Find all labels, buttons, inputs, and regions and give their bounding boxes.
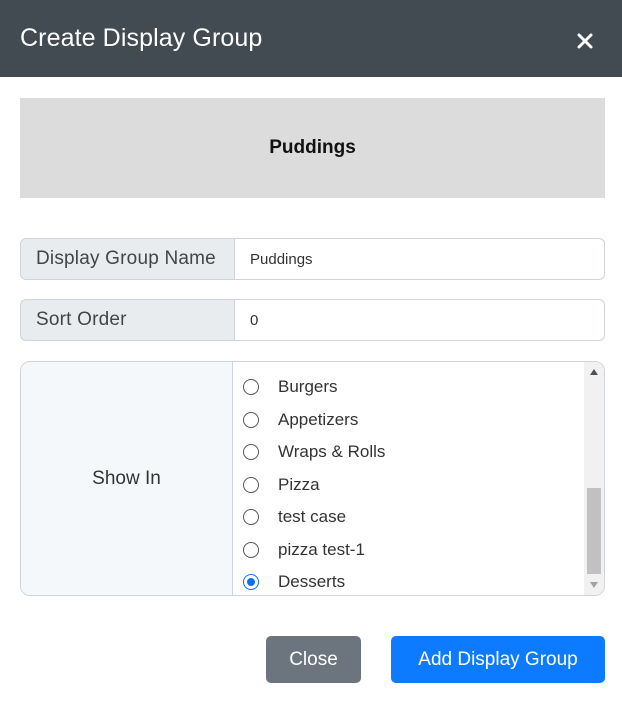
show-in-option[interactable]: Desserts [243, 569, 345, 595]
display-group-preview: Puddings [20, 98, 605, 198]
radio-unchecked[interactable] [243, 477, 259, 493]
show-in-option-label: Desserts [278, 572, 346, 591]
show-in-option[interactable]: Wraps & Rolls [243, 439, 385, 465]
preview-text: Puddings [269, 137, 356, 158]
add-display-group-button[interactable]: Add Display Group [391, 636, 605, 683]
show-in-option[interactable]: Burgers [243, 374, 338, 400]
show-in-option-label: pizza test-1 [278, 540, 365, 559]
sort-order-label: Sort Order [20, 299, 235, 341]
radio-unchecked[interactable] [243, 379, 259, 395]
show-in-option[interactable]: test case [243, 504, 346, 530]
show-in-option[interactable]: Pizza [243, 472, 320, 498]
radio-unchecked[interactable] [243, 412, 259, 428]
show-in-option-label: Pizza [278, 475, 320, 494]
radio-unchecked[interactable] [243, 509, 259, 525]
display-group-name-group: Display Group Name [20, 238, 605, 280]
sort-order-input[interactable] [235, 299, 605, 341]
display-group-name-label: Display Group Name [20, 238, 235, 280]
modal-title: Create Display Group [20, 24, 263, 52]
radio-unchecked[interactable] [243, 542, 259, 558]
close-icon[interactable] [570, 26, 600, 56]
close-button[interactable]: Close [266, 636, 361, 683]
show-in-option[interactable]: pizza test-1 [243, 537, 365, 563]
radio-checked[interactable] [243, 574, 259, 590]
sort-order-group: Sort Order [20, 299, 605, 341]
radio-unchecked[interactable] [243, 444, 259, 460]
show-in-option-label: Wraps & Rolls [278, 442, 386, 461]
scroll-down-arrow-icon[interactable] [584, 575, 604, 595]
modal-header: Create Display Group [0, 0, 622, 77]
show-in-option-label: Appetizers [278, 410, 359, 429]
show-in-option-label: Burgers [278, 377, 338, 396]
display-group-name-input[interactable] [235, 238, 605, 280]
show-in-option[interactable]: Appetizers [243, 407, 358, 433]
scroll-up-arrow-icon[interactable] [584, 362, 604, 382]
show-in-scrollbar[interactable] [584, 362, 604, 595]
show-in-option-label: test case [278, 507, 347, 526]
show-in-group: Show In Burgers Appetizers Wraps & Rolls Pi… [20, 361, 605, 596]
show-in-list[interactable]: Burgers Appetizers Wraps & Rolls Pizza test … [233, 362, 604, 595]
show-in-label: Show In [21, 362, 233, 595]
scroll-thumb[interactable] [587, 488, 601, 574]
